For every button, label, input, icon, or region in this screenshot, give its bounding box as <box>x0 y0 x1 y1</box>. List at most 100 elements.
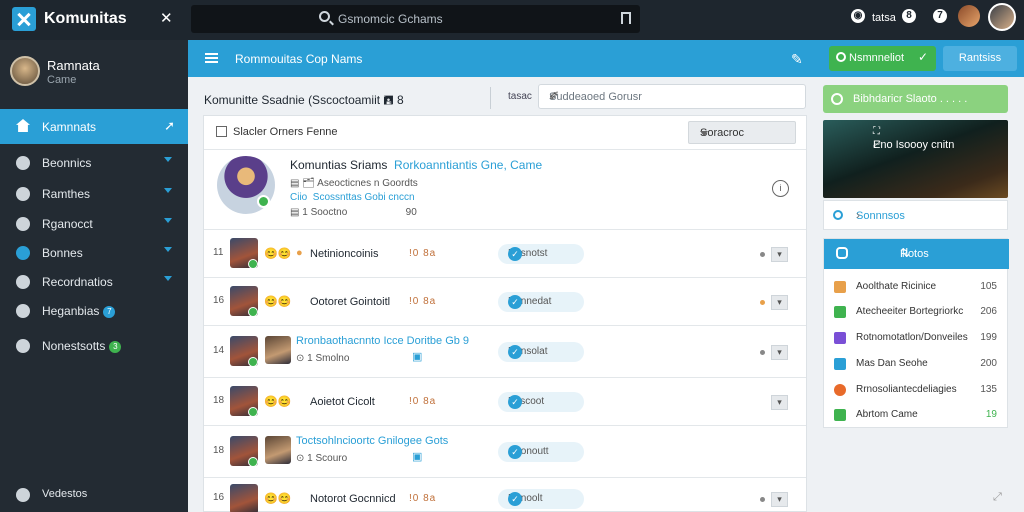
featured-title[interactable]: Komuntias Sriams Rorkoanntiantis Gne, Ca… <box>290 158 542 172</box>
row-number: 14 <box>213 345 225 356</box>
sidebar-item[interactable]: Recordnatios <box>0 267 188 297</box>
brand[interactable]: Komunitas <box>12 6 127 32</box>
sort-select[interactable]: Soracroc <box>688 121 796 144</box>
search-button[interactable]: Nsmnneliot ✓ <box>829 46 936 71</box>
avatar[interactable] <box>958 5 980 27</box>
row-name[interactable]: Notorot Gocnnicd <box>310 493 396 505</box>
sidebar-item-active[interactable]: Kamnnats ➚ <box>0 109 188 144</box>
check-icon: ✓ <box>508 445 522 459</box>
sidebar-item[interactable]: Nonestsotts 3 <box>0 331 188 361</box>
row-name[interactable]: Toctsohlncioortc Gnilogee Gots <box>296 435 448 447</box>
list-item[interactable]: Aoolthate Ricinice 105 <box>824 275 1009 299</box>
alert-icon[interactable]: 7 <box>933 9 947 23</box>
row-tags: !0 8a <box>409 248 437 259</box>
row-name[interactable]: Ootoret Gointoitl <box>310 296 390 308</box>
sidebar-item[interactable]: Bonnes <box>0 238 188 268</box>
search-icon <box>836 52 846 62</box>
search-link[interactable]: Sonnnsos › <box>823 200 1008 230</box>
category-icon <box>834 409 846 421</box>
row-name[interactable]: Netinioncoinis <box>310 248 378 260</box>
sidebar-item[interactable]: Ramthes <box>0 179 188 209</box>
status-badge <box>257 195 270 208</box>
row-action-button[interactable]: ▾ <box>771 492 788 507</box>
featured-item[interactable]: Komuntias Sriams Rorkoanntiantis Gne, Ca… <box>204 150 806 230</box>
row-action-button[interactable]: ▾ <box>771 247 788 262</box>
list-item[interactable]: Rrnosoliantecdeliagies 135 <box>824 378 1009 402</box>
user-avatar[interactable] <box>988 3 1016 31</box>
row-action-button[interactable]: ▾ <box>771 295 788 310</box>
chevron-down-icon <box>164 218 172 223</box>
table-row[interactable]: 14 Rronbaothacnnto Icce Doritbe Gb 9 ⊙ 1… <box>204 326 806 378</box>
promo-bar[interactable]: Bibhdaricr Slaoto . . . . . <box>823 85 1008 113</box>
list-item[interactable]: Atecheeiter Bortegriorkc 206 <box>824 300 1009 324</box>
table-row[interactable]: 18 Toctsohlncioortc Gnilogee Gots ⊙ 1 Sc… <box>204 426 806 478</box>
status-pill[interactable]: Nosnotst ✓ <box>498 244 584 264</box>
message-icon[interactable]: 8 <box>902 9 916 23</box>
status-dot <box>760 252 765 257</box>
gear-icon <box>16 275 30 289</box>
bookmark-icon[interactable] <box>621 12 631 24</box>
top-bar: Komunitas ✕ Gsmomcic Gchams ◉ tatsa 8 7 <box>0 0 1024 40</box>
filter-button[interactable]: tasac <box>508 91 532 102</box>
arrow-icon: ➚ <box>164 118 175 133</box>
expand-icon[interactable]: ⤢ <box>873 139 996 192</box>
video-thumbnail[interactable]: Eno Isoooy cnitn ⛶ ⤢ <box>823 120 1008 198</box>
table-row[interactable]: 16 😊😊 Notorot Gocnnicd !0 8a Nonoolt ✓ ▾ <box>204 478 806 512</box>
row-action-button[interactable]: ▾ <box>771 345 788 360</box>
settings-icon <box>16 488 30 502</box>
category-icon <box>834 306 846 318</box>
search-icon <box>833 210 843 220</box>
status-badge <box>248 259 258 269</box>
status-dot <box>760 350 765 355</box>
header-action-button[interactable]: Rantsiss <box>943 46 1017 71</box>
sidebar-item-label: Beonnics <box>42 156 92 170</box>
row-tags: !0 8a <box>409 296 437 307</box>
filter-icon[interactable]: ⇅ <box>900 246 997 260</box>
collapse-icon[interactable]: ✕ <box>160 9 173 27</box>
row-name[interactable]: Rronbaothacnnto Icce Doritbe Gb 9 <box>296 335 469 347</box>
list-item[interactable]: Abrtom Came 19 <box>824 403 1009 427</box>
row-number: 16 <box>213 492 225 503</box>
pin-icon[interactable]: ✐ <box>549 89 795 103</box>
search-icon <box>319 11 330 22</box>
status-pill[interactable]: Boscoot ✓ <box>498 392 584 412</box>
pin-icon[interactable]: ✎ <box>791 51 803 68</box>
sidebar-item[interactable]: Rganocct <box>0 209 188 239</box>
section-title: Komunitte Ssadnie (Sscoctoamiit 🖪 8 <box>204 93 404 107</box>
menu-icon[interactable] <box>205 53 218 63</box>
status-pill[interactable]: Nonnedat ✓ <box>498 292 584 312</box>
list-item[interactable]: Mas Dan Seohe 200 <box>824 352 1009 376</box>
top-right-label[interactable]: tatsa <box>872 12 896 24</box>
featured-tags: Ciio Scossnttas Gobi cnccn <box>290 192 415 203</box>
status-dot <box>760 497 765 502</box>
sidebar-item-label: Nonestsotts 3 <box>42 339 122 353</box>
sidebar-item-label: Kamnnats <box>42 120 97 134</box>
check-icon: ✓ <box>508 295 522 309</box>
row-name[interactable]: Aoietot Cicolt <box>310 396 375 408</box>
table-row[interactable]: 11 😊😊 ● Netinioncoinis !0 8a Nosnotst ✓ ▾ <box>204 230 806 278</box>
emoji-icon: 😊😊 <box>264 248 292 260</box>
fullscreen-icon[interactable]: ⛶ <box>873 126 996 137</box>
status-pill[interactable]: Nonoolt ✓ <box>498 489 584 509</box>
row-action-button[interactable]: ▾ <box>771 395 788 410</box>
sidebar-item[interactable]: Heganbias 7 <box>0 296 188 326</box>
sidebar-item[interactable]: Beonnics <box>0 148 188 178</box>
category-icon <box>834 384 846 396</box>
table-row[interactable]: 16 😊😊 Ootoret Gointoitl !0 8a Nonnedat ✓ … <box>204 278 806 326</box>
chevron-down-icon <box>164 188 172 193</box>
checkbox[interactable] <box>216 126 227 137</box>
tag-icon: ▣ <box>412 451 423 463</box>
search-input[interactable]: Gsmomcic Gchams <box>338 12 443 26</box>
expand-icon[interactable]: ⤢ <box>993 491 1002 504</box>
list-item[interactable]: Rotnomotatlon/Donveiles 199 <box>824 326 1009 350</box>
notification-icon[interactable]: ◉ <box>851 9 865 23</box>
status-pill[interactable]: Oconoutt ✓ <box>498 442 584 462</box>
user-icon <box>16 217 30 231</box>
global-search[interactable]: Gsmomcic Gchams <box>191 5 640 33</box>
featured-count: ▤ 1 Sooctno 90 <box>290 207 417 218</box>
sidebar-item-label: Rganocct <box>42 217 93 231</box>
info-icon[interactable]: i <box>772 180 789 197</box>
table-row[interactable]: 18 😊😊 Aoietot Cicolt !0 8a Boscoot ✓ ▾ <box>204 378 806 426</box>
search-field[interactable]: Suddeaoed Gorusr ✐ <box>538 84 806 109</box>
status-pill[interactable]: Nonsolat ✓ <box>498 342 584 362</box>
